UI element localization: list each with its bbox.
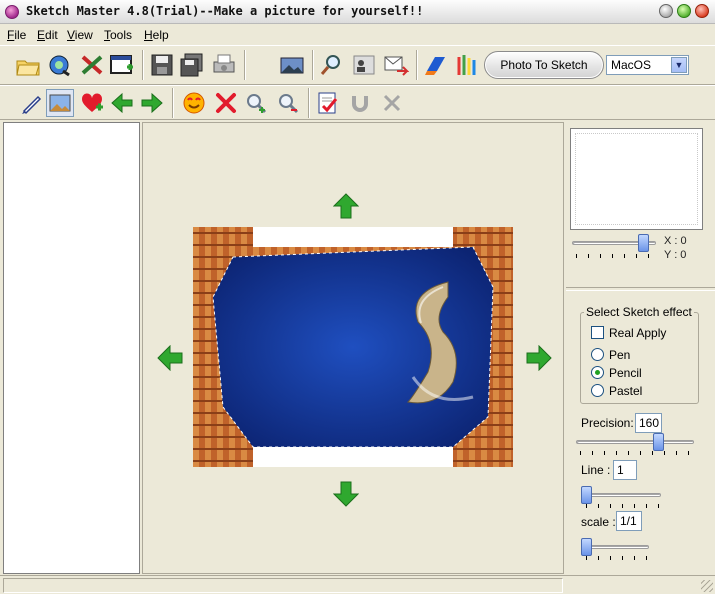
photo-to-sketch-button[interactable]: Photo To Sketch xyxy=(484,51,604,79)
real-apply-label[interactable]: Real Apply xyxy=(609,326,666,340)
check-document-icon[interactable] xyxy=(314,89,342,117)
pen-icon[interactable] xyxy=(18,89,46,117)
toolbar-separator xyxy=(416,50,418,80)
y-coordinate: Y : 0 xyxy=(664,249,687,261)
precision-label: Precision: xyxy=(581,416,634,430)
radio-selected-dot xyxy=(595,370,600,375)
line-track[interactable] xyxy=(581,493,661,497)
open-folder-icon[interactable] xyxy=(14,51,42,79)
line-ticks xyxy=(586,504,660,508)
tools-icon[interactable] xyxy=(78,51,106,79)
navigator-zoom-thumb[interactable] xyxy=(637,234,649,252)
menu-tools[interactable]: Tools xyxy=(104,28,132,42)
scale-ticks xyxy=(586,556,648,560)
scale-label: scale : xyxy=(581,515,616,529)
menu-edit[interactable]: Edit xyxy=(37,28,58,42)
save-all-icon[interactable] xyxy=(178,51,206,79)
save-icon[interactable] xyxy=(148,51,176,79)
menu-file[interactable]: File xyxy=(7,28,26,42)
zoom-icon[interactable] xyxy=(318,51,346,79)
pencil-radio-label[interactable]: Pencil xyxy=(609,366,642,380)
navigator-zoom-ticks xyxy=(576,254,654,258)
menu-help[interactable]: Help xyxy=(144,28,169,42)
minimize-button[interactable] xyxy=(659,4,673,18)
precision-ticks xyxy=(580,451,692,455)
scale-thumb[interactable] xyxy=(581,538,592,556)
pen-radio[interactable] xyxy=(591,348,604,361)
contact-icon[interactable] xyxy=(350,51,378,79)
precision-track[interactable] xyxy=(576,440,694,444)
scale-input[interactable]: 1/1 xyxy=(616,511,642,531)
delete-icon[interactable] xyxy=(212,89,240,117)
cancel-icon[interactable] xyxy=(378,89,406,117)
panel-divider xyxy=(566,287,715,291)
line-input[interactable]: 1 xyxy=(613,460,637,480)
image-icon[interactable] xyxy=(46,89,74,117)
toolbar-separator xyxy=(308,88,310,118)
move-up-icon[interactable] xyxy=(333,193,359,219)
smiley-icon[interactable] xyxy=(180,89,208,117)
precision-input[interactable]: 160 xyxy=(635,413,662,433)
pencil-radio[interactable] xyxy=(591,366,604,379)
menu-view[interactable]: View xyxy=(67,28,93,42)
zoom-out-icon[interactable] xyxy=(274,89,302,117)
chevron-down-icon[interactable]: ▼ xyxy=(671,57,687,73)
pen-radio-label[interactable]: Pen xyxy=(609,348,630,362)
precision-thumb[interactable] xyxy=(653,433,665,451)
arrow-left-icon[interactable] xyxy=(108,89,136,117)
title-bar: Sketch Master 4.8(Trial)--Make a picture… xyxy=(0,0,715,24)
zoom-in-icon[interactable] xyxy=(242,89,270,117)
move-left-icon[interactable] xyxy=(157,345,183,371)
navigator-viewport xyxy=(575,133,698,225)
brush-icon[interactable] xyxy=(452,51,480,79)
close-button[interactable] xyxy=(695,4,709,18)
toolbar-separator xyxy=(172,88,174,118)
menu-bar: File Edit View Tools Help xyxy=(0,25,715,44)
print-icon[interactable] xyxy=(210,51,238,79)
edit-toolbar xyxy=(0,85,715,120)
status-bar xyxy=(0,575,715,594)
pastel-radio[interactable] xyxy=(591,384,604,397)
app-icon[interactable] xyxy=(5,5,19,19)
thumbnail-panel[interactable] xyxy=(3,122,140,574)
toolbar-separator xyxy=(312,50,314,80)
effect-icon[interactable] xyxy=(422,51,450,79)
style-select-value: MacOS xyxy=(611,58,652,72)
heart-add-icon[interactable] xyxy=(78,89,106,117)
landscape-icon[interactable] xyxy=(278,51,306,79)
resize-grip-icon[interactable] xyxy=(701,580,713,592)
window-title: Sketch Master 4.8(Trial)--Make a picture… xyxy=(26,4,424,18)
maximize-button[interactable] xyxy=(677,4,691,18)
arrow-right-icon[interactable] xyxy=(138,89,166,117)
toolbar-separator xyxy=(244,50,246,80)
undo-icon[interactable] xyxy=(346,89,374,117)
status-pane xyxy=(3,578,563,593)
style-select[interactable]: MacOS ▼ xyxy=(606,55,689,75)
pastel-radio-label[interactable]: Pastel xyxy=(609,384,642,398)
sketch-effect-legend: Select Sketch effect xyxy=(584,305,694,319)
email-icon[interactable] xyxy=(382,51,410,79)
line-thumb[interactable] xyxy=(581,486,592,504)
x-coordinate: X : 0 xyxy=(664,235,687,247)
main-toolbar: Photo To Sketch MacOS ▼ xyxy=(0,45,715,85)
move-right-icon[interactable] xyxy=(526,345,552,371)
photo-preview[interactable] xyxy=(193,227,513,467)
scan-icon[interactable] xyxy=(46,51,74,79)
line-label: Line : xyxy=(581,463,611,477)
new-canvas-icon[interactable] xyxy=(108,51,136,79)
toolbar-separator xyxy=(142,50,144,80)
move-down-icon[interactable] xyxy=(333,481,359,507)
real-apply-checkbox[interactable] xyxy=(591,326,604,339)
navigator-preview[interactable] xyxy=(570,128,703,230)
